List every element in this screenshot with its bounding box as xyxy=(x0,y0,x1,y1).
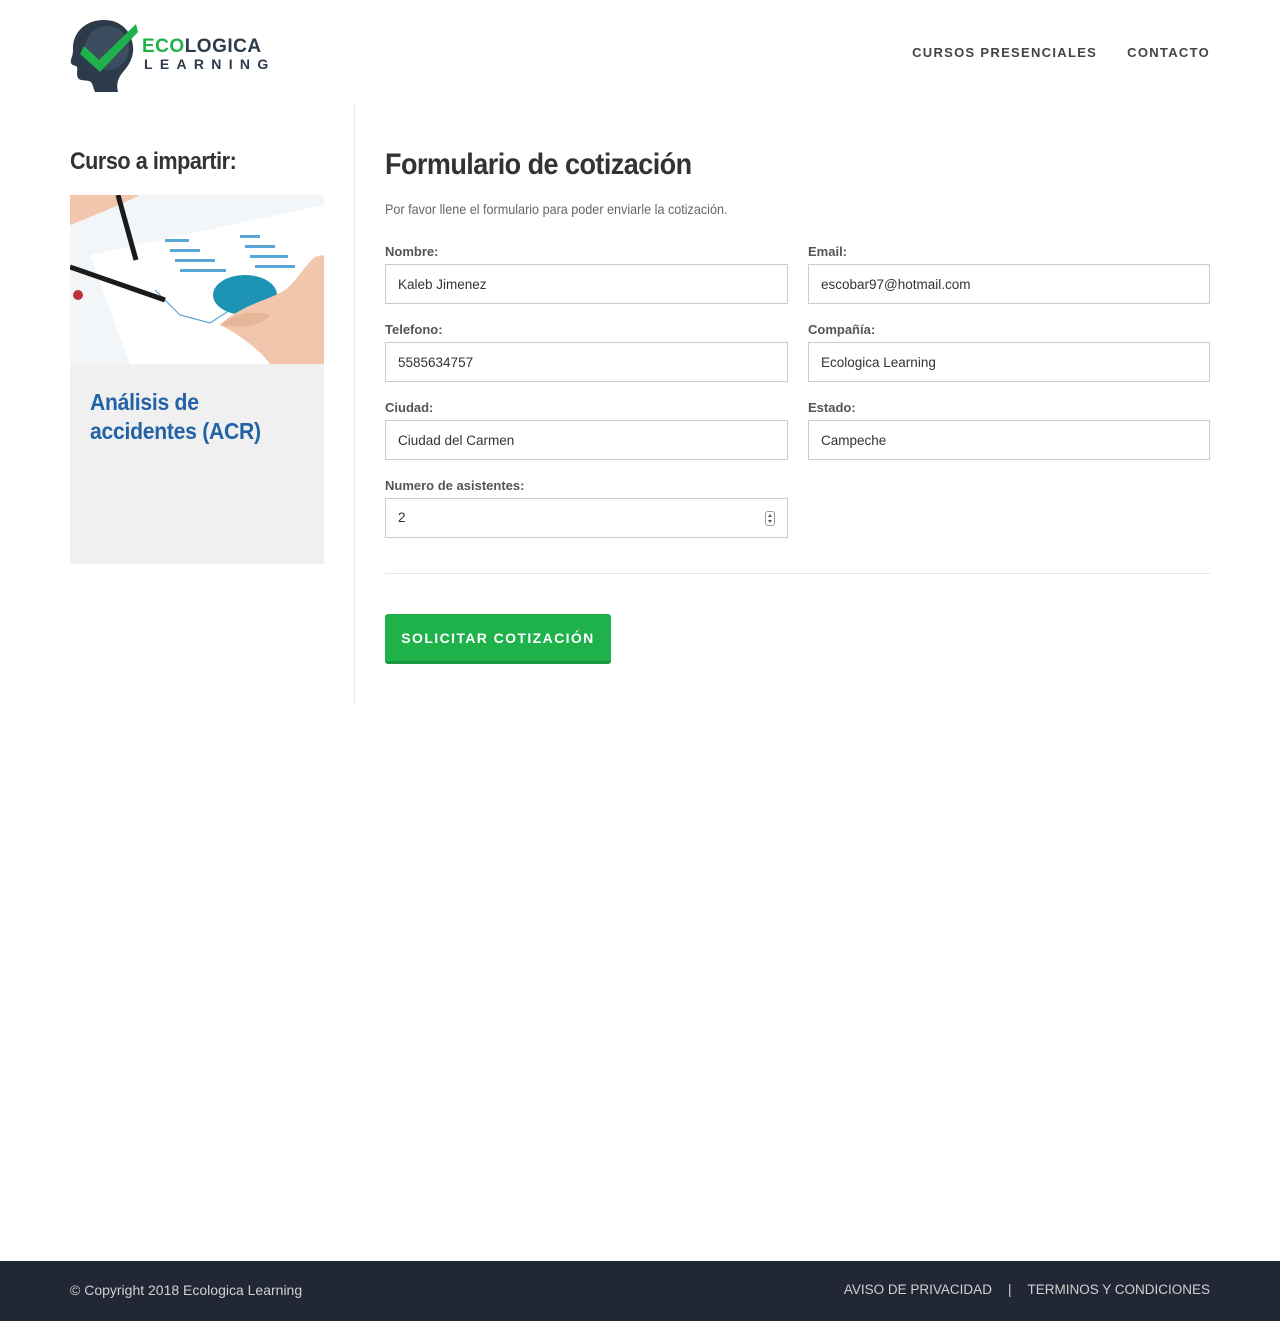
course-image xyxy=(70,195,324,364)
brand-name-part2: LOGICA xyxy=(184,36,262,57)
footer-separator: | xyxy=(1007,1282,1012,1297)
footer-link-terminos[interactable]: TERMINOS Y CONDICIONES xyxy=(1027,1282,1210,1297)
main-nav: CURSOS PRESENCIALES CONTACTO xyxy=(912,45,1210,60)
email-label: Email: xyxy=(808,244,848,259)
nav-cursos-presenciales[interactable]: CURSOS PRESENCIALES xyxy=(912,45,1097,60)
estado-input[interactable] xyxy=(808,420,1210,460)
site-footer: © Copyright 2018 Ecologica Learning AVIS… xyxy=(0,1261,1280,1321)
compania-label: Compañía: xyxy=(808,322,876,337)
course-heading: Curso a impartir: xyxy=(70,148,237,175)
column-divider xyxy=(354,104,355,704)
brand-subname: LEARNING xyxy=(144,56,276,72)
brand-name-part1: ECO xyxy=(142,36,185,57)
nav-contacto[interactable]: CONTACTO xyxy=(1127,45,1210,60)
telefono-label: Telefono: xyxy=(385,322,443,337)
compania-input[interactable] xyxy=(808,342,1210,382)
head-check-icon xyxy=(70,20,138,92)
telefono-input[interactable] xyxy=(385,342,788,382)
footer-link-privacidad[interactable]: AVISO DE PRIVACIDAD xyxy=(844,1282,992,1297)
asistentes-value: 2 xyxy=(398,510,406,525)
form-divider xyxy=(385,573,1210,574)
nombre-input[interactable] xyxy=(385,264,788,304)
course-title[interactable]: Análisis de accidentes (ACR) xyxy=(90,388,297,446)
nombre-label: Nombre: xyxy=(385,244,439,259)
form-description: Por favor llene el formulario para poder… xyxy=(385,201,728,217)
brand-logo[interactable]: ECOLOGICA LEARNING xyxy=(70,18,270,94)
number-spinner-icon[interactable] xyxy=(765,511,775,526)
form-title: Formulario de cotización xyxy=(385,148,692,181)
site-header: ECOLOGICA LEARNING CURSOS PRESENCIALES C… xyxy=(0,0,1280,104)
brand-name: ECOLOGICA xyxy=(142,36,262,58)
solicitar-cotizacion-button[interactable]: SOLICITAR COTIZACIÓN xyxy=(385,614,611,664)
footer-links: AVISO DE PRIVACIDAD | TERMINOS Y CONDICI… xyxy=(844,1282,1210,1297)
ciudad-label: Ciudad: xyxy=(385,400,434,415)
course-card[interactable]: Análisis de accidentes (ACR) xyxy=(70,195,324,564)
ciudad-input[interactable] xyxy=(385,420,788,460)
estado-label: Estado: xyxy=(808,400,856,415)
asistentes-label: Numero de asistentes: xyxy=(385,478,525,493)
copyright-text: © Copyright 2018 Ecologica Learning xyxy=(70,1282,303,1298)
asistentes-number-input[interactable]: 2 xyxy=(385,498,788,538)
email-input[interactable] xyxy=(808,264,1210,304)
